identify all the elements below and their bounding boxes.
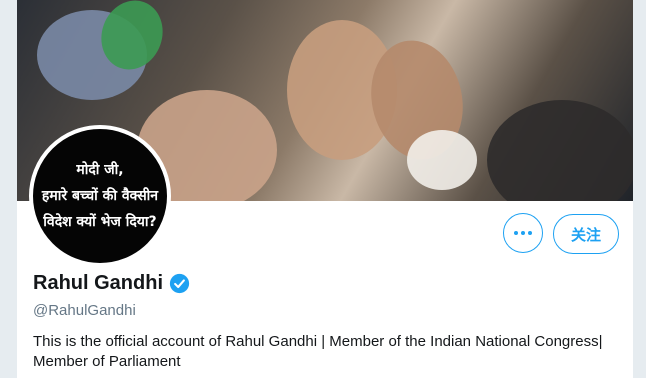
verified-badge-icon bbox=[169, 273, 190, 294]
profile-handle: @RahulGandhi bbox=[33, 302, 136, 319]
profile-card: मोदी जी, हमारे बच्चों की वैक्सीन विदेश क… bbox=[16, 0, 634, 378]
more-icon bbox=[521, 231, 525, 235]
banner-shape bbox=[487, 100, 633, 201]
banner-shape bbox=[407, 130, 477, 190]
avatar[interactable]: मोदी जी, हमारे बच्चों की वैक्सीन विदेश क… bbox=[29, 125, 171, 267]
more-icon bbox=[528, 231, 532, 235]
avatar-text-line-1: मोदी जी, bbox=[76, 162, 124, 178]
profile-bio: This is the official account of Rahul Ga… bbox=[33, 333, 603, 370]
avatar-text-line-3: विदेश क्यों भेज दिया? bbox=[43, 214, 157, 230]
avatar-text-line-2: हमारे बच्चों की वैक्सीन bbox=[41, 188, 159, 204]
profile-name: Rahul Gandhi bbox=[33, 272, 163, 294]
follow-button[interactable]: 关注 bbox=[553, 214, 619, 254]
more-icon bbox=[514, 231, 518, 235]
profile-name-row: Rahul Gandhi bbox=[33, 272, 190, 295]
more-options-button[interactable] bbox=[503, 213, 543, 253]
